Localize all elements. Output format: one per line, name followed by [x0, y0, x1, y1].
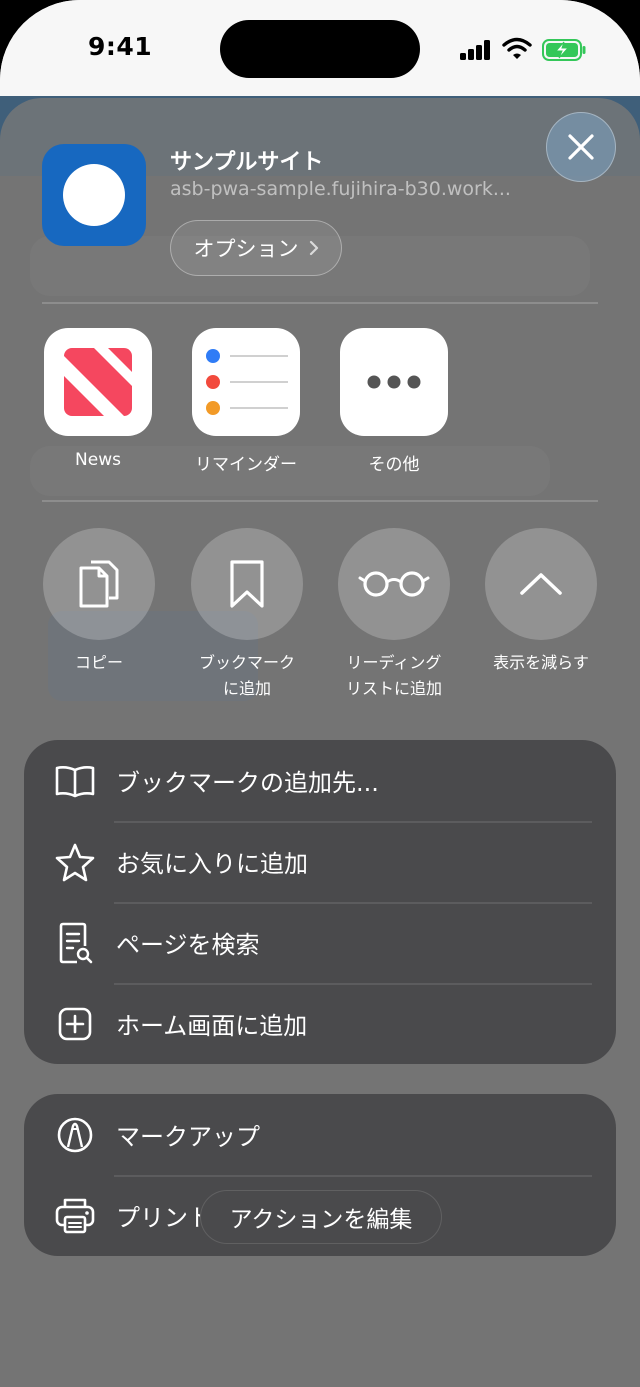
action-label-line: リストに追加: [345, 679, 442, 698]
reading-glasses-icon: [358, 571, 430, 597]
site-url: asb-pwa-sample.fujihira-b30.work...: [170, 178, 511, 200]
menu-item-label: プリント: [116, 1204, 212, 1232]
divider: [42, 302, 598, 304]
action-label: リーディング リストに追加: [324, 650, 464, 702]
menu-item-add-to-home[interactable]: ホーム画面に追加: [24, 983, 616, 1064]
action-label-line: に追加: [222, 679, 271, 698]
share-app-news[interactable]: News: [43, 328, 153, 470]
menu-item-label: マークアップ: [116, 1123, 260, 1151]
close-button[interactable]: [546, 112, 616, 182]
site-title: サンプルサイト: [170, 150, 324, 175]
share-app-label: その他: [368, 455, 420, 475]
menu-item-add-favorite[interactable]: お気に入りに追加: [24, 821, 616, 902]
menu-item-label: ブックマークの追加先...: [116, 769, 379, 797]
add-square-icon: [54, 1003, 96, 1045]
share-app-more[interactable]: その他: [339, 328, 449, 475]
action-label-line: 表示を減らす: [493, 653, 589, 672]
action-label-line: ブックマーク: [198, 653, 295, 672]
action-show-less[interactable]: 表示を減らす: [471, 528, 611, 676]
action-label-line: リーディング: [346, 653, 442, 672]
menu-item-markup[interactable]: マークアップ: [24, 1094, 616, 1175]
action-bookmark-circle: [191, 528, 303, 640]
divider: [42, 500, 598, 502]
action-reading-list-circle: [338, 528, 450, 640]
action-copy[interactable]: コピー: [29, 528, 169, 676]
options-label: オプション: [193, 237, 299, 261]
close-icon: [568, 134, 594, 160]
menu-group-primary: ブックマークの追加先... お気に入りに追加 ページを検索 ホーム画面に追加: [24, 740, 616, 1064]
bookmark-icon: [230, 560, 264, 608]
share-app-label: News: [75, 450, 121, 470]
site-icon: [42, 144, 146, 246]
copy-icon: [79, 560, 119, 608]
markup-icon: [54, 1114, 96, 1156]
book-icon: [54, 760, 96, 802]
action-show-less-circle: [485, 528, 597, 640]
options-button[interactable]: オプション: [170, 220, 342, 276]
dynamic-island: [220, 20, 420, 78]
status-time: 9:41: [88, 32, 153, 61]
action-label: ブックマーク に追加: [177, 650, 317, 702]
menu-item-bookmark-destination[interactable]: ブックマークの追加先...: [24, 740, 616, 821]
wifi-icon: [502, 37, 532, 59]
menu-item-label: お気に入りに追加: [116, 850, 308, 878]
menu-item-find-on-page[interactable]: ページを検索: [24, 902, 616, 983]
status-bar: 9:41: [0, 0, 640, 96]
action-add-bookmark[interactable]: ブックマーク に追加: [177, 528, 317, 702]
battery-charging-icon: [542, 39, 586, 61]
star-icon: [54, 841, 96, 883]
chevron-up-icon: [520, 573, 562, 595]
phone-screen: 9:41 サンプルサイト asb-pwa-sample.fujihira-b30: [0, 0, 640, 1387]
action-copy-circle: [43, 528, 155, 640]
share-app-reminders[interactable]: リマインダー: [191, 328, 301, 475]
action-label-line: コピー: [74, 653, 123, 672]
menu-item-label: ホーム画面に追加: [116, 1012, 308, 1040]
menu-item-label: ページを検索: [116, 931, 260, 959]
action-label: 表示を減らす: [471, 650, 611, 676]
reminders-icon: [192, 328, 300, 436]
action-label: コピー: [29, 650, 169, 676]
chevron-right-icon: [309, 240, 318, 256]
news-icon: [44, 328, 152, 436]
cellular-signal-icon: [460, 40, 492, 60]
find-in-page-icon: [54, 922, 96, 964]
action-add-reading-list[interactable]: リーディング リストに追加: [324, 528, 464, 702]
edit-actions-button[interactable]: アクションを編集: [200, 1190, 442, 1244]
share-app-label: リマインダー: [195, 455, 297, 475]
more-icon: [340, 328, 448, 436]
printer-icon: [54, 1195, 96, 1237]
